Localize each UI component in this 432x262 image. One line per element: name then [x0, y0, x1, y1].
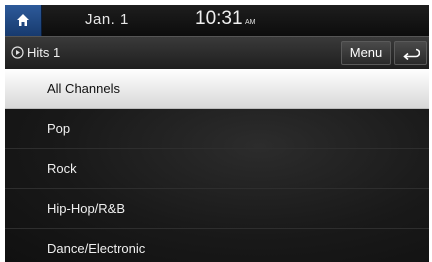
- time-display: 10:31: [195, 8, 243, 29]
- status-bar: Jan. 1 10:31 AM: [5, 5, 429, 36]
- home-button[interactable]: [5, 5, 42, 36]
- channel-item[interactable]: Hip-Hop/R&B: [5, 189, 429, 229]
- channel-item[interactable]: Rock: [5, 149, 429, 189]
- back-arrow-icon: [403, 48, 420, 60]
- station-name: Hits 1: [27, 45, 61, 60]
- channel-item[interactable]: Pop: [5, 109, 429, 149]
- home-icon: [17, 14, 29, 26]
- station-header: Hits 1 Menu: [5, 36, 429, 70]
- channel-list: All Channels Pop Rock Hip-Hop/R&B Dance/…: [5, 69, 429, 262]
- menu-button[interactable]: Menu: [341, 41, 391, 65]
- channel-item[interactable]: All Channels: [5, 69, 429, 109]
- channel-label: Dance/Electronic: [47, 241, 146, 256]
- channel-label: All Channels: [47, 81, 120, 96]
- channel-item[interactable]: Dance/Electronic: [5, 229, 429, 262]
- infotainment-screen: Jan. 1 10:31 AM Hits 1 Menu All Channels: [0, 0, 432, 262]
- play-circle-icon: [11, 46, 24, 59]
- date-display: Jan. 1: [85, 11, 129, 28]
- back-button[interactable]: [394, 41, 427, 65]
- am-pm-indicator: AM: [245, 19, 256, 26]
- channel-label: Hip-Hop/R&B: [47, 201, 126, 216]
- channel-label: Pop: [47, 121, 71, 136]
- screen-frame: Jan. 1 10:31 AM Hits 1 Menu All Channels: [5, 5, 429, 262]
- channel-label: Rock: [47, 161, 77, 176]
